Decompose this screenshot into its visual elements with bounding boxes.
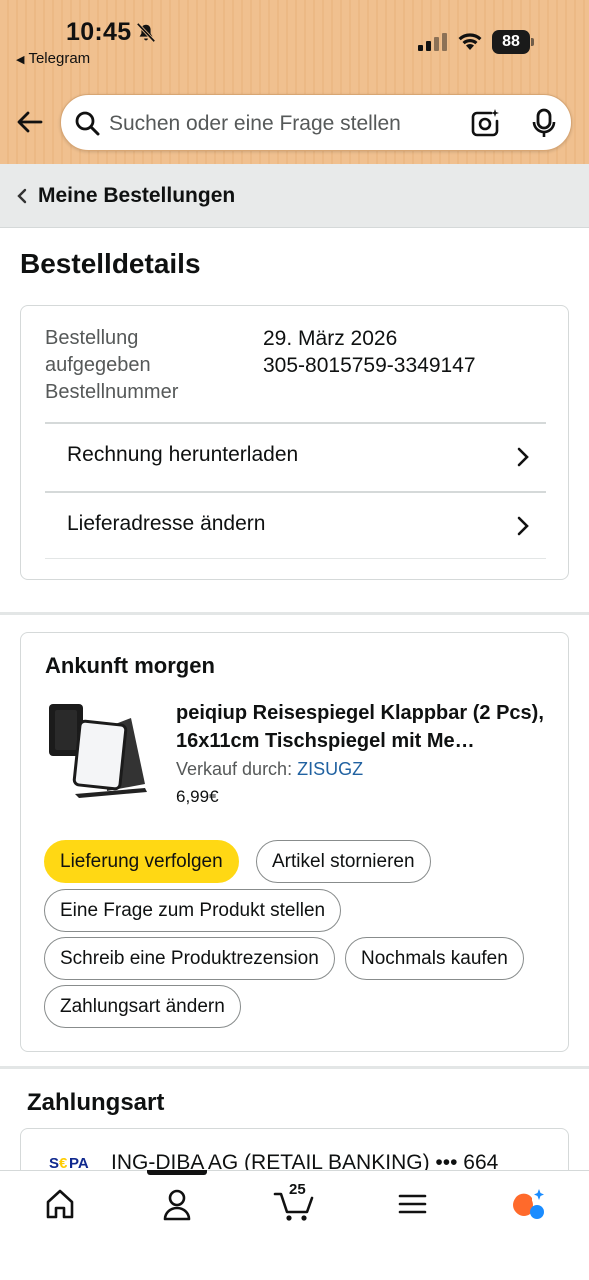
order-labels: Bestellung aufgegeben Bestellnummer bbox=[45, 325, 245, 406]
home-icon[interactable] bbox=[40, 1186, 80, 1222]
seller-info: Verkauf durch: ZISUGZ bbox=[176, 759, 363, 780]
buy-again-button[interactable]: Nochmals kaufen bbox=[345, 937, 524, 980]
download-invoice-label: Rechnung herunterladen bbox=[67, 443, 299, 466]
app-header: 10:45 ◀ Telegram 88 bbox=[0, 0, 589, 164]
order-label-placed: aufgegeben bbox=[45, 354, 151, 376]
breadcrumb-label: Meine Bestellungen bbox=[38, 184, 236, 207]
search-icon bbox=[75, 111, 100, 136]
order-number: 305-8015759-3349147 bbox=[263, 354, 476, 377]
shipment-card: Ankunft morgen peiqiup Reisespiegel Klap… bbox=[20, 632, 569, 1052]
back-arrow-icon[interactable] bbox=[14, 106, 46, 138]
ask-question-button[interactable]: Eine Frage zum Produkt stellen bbox=[44, 889, 342, 932]
product-image[interactable] bbox=[45, 698, 155, 803]
change-address-label: Lieferadresse ändern bbox=[67, 512, 266, 535]
chevron-right-icon bbox=[517, 516, 529, 536]
battery-level: 88 bbox=[492, 30, 530, 54]
order-date: 29. März 2026 bbox=[263, 327, 398, 350]
microphone-icon[interactable] bbox=[529, 107, 559, 139]
change-address-row[interactable]: Lieferadresse ändern bbox=[45, 491, 546, 559]
product-title[interactable]: peiqiup Reisespiegel Klappbar (2 Pcs), 1… bbox=[176, 699, 551, 755]
download-invoice-row[interactable]: Rechnung herunterladen bbox=[45, 422, 546, 490]
section-divider bbox=[0, 1066, 589, 1069]
search-input[interactable] bbox=[109, 95, 459, 152]
payment-section-title: Zahlungsart bbox=[27, 1089, 165, 1116]
cancel-item-button[interactable]: Artikel stornieren bbox=[256, 840, 431, 883]
section-divider bbox=[0, 612, 589, 615]
wifi-icon bbox=[458, 33, 482, 50]
chevron-left-icon bbox=[17, 188, 27, 204]
order-label-number: Bestellnummer bbox=[45, 381, 179, 403]
account-icon[interactable] bbox=[157, 1186, 197, 1222]
back-to-app-link[interactable]: ◀ Telegram bbox=[16, 50, 90, 67]
write-review-button[interactable]: Schreib eine Produktrezension bbox=[44, 937, 335, 980]
order-info-card: Bestellung aufgegeben Bestellnummer 29. … bbox=[20, 305, 569, 580]
chevron-right-icon bbox=[517, 447, 529, 467]
search-bar[interactable] bbox=[60, 94, 572, 152]
product-price: 6,99€ bbox=[176, 787, 219, 806]
track-delivery-button[interactable]: Lieferung verfolgen bbox=[44, 840, 239, 883]
camera-lens-icon[interactable] bbox=[469, 107, 501, 139]
cellular-signal-icon bbox=[418, 33, 447, 51]
active-tab-indicator bbox=[147, 1170, 207, 1175]
order-values: 29. März 2026 305-8015759-3349147 bbox=[263, 325, 476, 379]
seller-prefix: Verkauf durch: bbox=[176, 759, 293, 779]
back-app-label: Telegram bbox=[28, 50, 91, 67]
breadcrumb[interactable]: Meine Bestellungen bbox=[0, 164, 589, 228]
cart-count-badge: 25 bbox=[289, 1181, 306, 1198]
change-payment-button[interactable]: Zahlungsart ändern bbox=[44, 985, 241, 1028]
menu-icon[interactable] bbox=[392, 1186, 432, 1222]
bell-muted-icon bbox=[136, 22, 156, 43]
battery-indicator: 88 bbox=[492, 30, 534, 54]
page-title: Bestelldetails bbox=[20, 248, 201, 279]
seller-link[interactable]: ZISUGZ bbox=[297, 759, 363, 779]
rufus-assistant-icon[interactable] bbox=[508, 1186, 548, 1222]
shipment-status: Ankunft morgen bbox=[45, 653, 215, 678]
status-time: 10:45 bbox=[66, 18, 132, 46]
order-label-ordered: Bestellung bbox=[45, 327, 139, 349]
